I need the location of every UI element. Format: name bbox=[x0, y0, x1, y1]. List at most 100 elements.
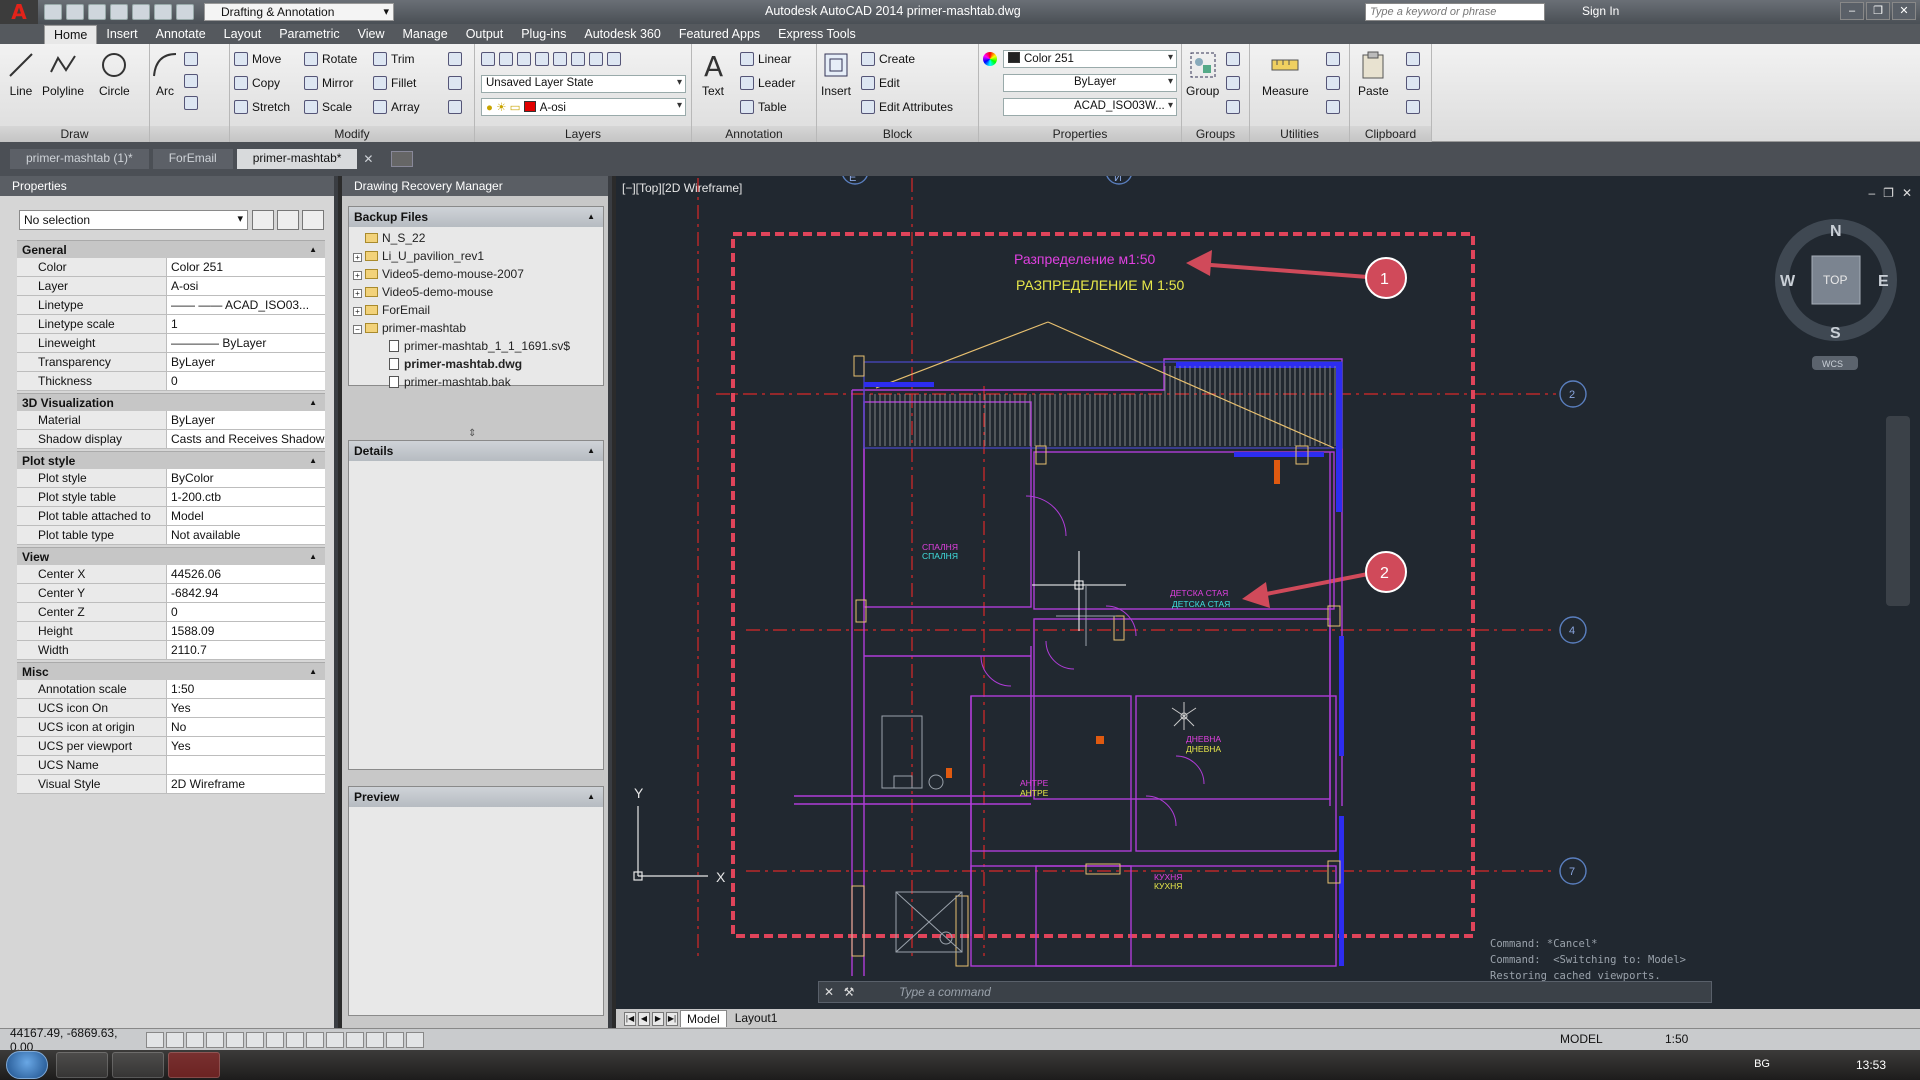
category-header[interactable]: View bbox=[17, 547, 325, 566]
trim-button[interactable]: Trim bbox=[373, 52, 415, 66]
property-value[interactable]: A-osi bbox=[167, 277, 325, 295]
property-row[interactable]: Linetype scale 1 bbox=[17, 315, 325, 334]
block-panel-title[interactable]: Block bbox=[817, 126, 978, 142]
property-value[interactable]: 2110.7 bbox=[167, 641, 325, 659]
category-header[interactable]: 3D Visualization bbox=[17, 393, 325, 412]
backup-folder-item[interactable]: + Li_U_pavilion_rev1 bbox=[353, 247, 599, 265]
taskbar-explorer-icon[interactable] bbox=[56, 1052, 108, 1078]
redo-icon[interactable] bbox=[176, 4, 194, 20]
property-value[interactable]: 1:50 bbox=[167, 680, 325, 698]
print-icon[interactable] bbox=[132, 4, 150, 20]
dynamic-input-icon[interactable] bbox=[326, 1031, 344, 1048]
quick-select-icon[interactable] bbox=[302, 210, 324, 230]
property-row[interactable]: Linetype —— —— ACAD_ISO03... bbox=[17, 296, 325, 315]
modify-panel-title[interactable]: Modify bbox=[230, 126, 474, 142]
property-row[interactable]: Plot style ByColor bbox=[17, 469, 325, 488]
category-header[interactable]: Plot style bbox=[17, 451, 325, 470]
tab-featured-apps[interactable]: Featured Apps bbox=[670, 25, 769, 44]
splitter-handle[interactable]: ⇕ bbox=[468, 428, 476, 439]
groups-panel-title[interactable]: Groups bbox=[1182, 126, 1249, 142]
stretch-button[interactable]: Stretch bbox=[234, 100, 290, 114]
expand-icon[interactable]: + bbox=[353, 307, 362, 316]
move-button[interactable]: Move bbox=[234, 52, 281, 66]
system-clock[interactable]: 13:53 bbox=[1856, 1058, 1886, 1072]
property-row[interactable]: UCS icon at origin No bbox=[17, 718, 325, 737]
hatch-button[interactable] bbox=[184, 74, 198, 88]
category-header[interactable]: General bbox=[17, 240, 325, 259]
circle-button[interactable]: Circle bbox=[99, 50, 130, 98]
property-value[interactable]: Model bbox=[167, 507, 325, 525]
layer-dropdown[interactable]: ● ☀ ▭ A-osi bbox=[481, 98, 686, 116]
property-value[interactable]: 0 bbox=[167, 603, 325, 621]
property-row[interactable]: Center Z0 bbox=[17, 603, 325, 622]
create-block-button[interactable]: Create bbox=[861, 52, 915, 66]
property-value[interactable]: ———— ByLayer bbox=[167, 334, 325, 352]
new-icon[interactable] bbox=[44, 4, 62, 20]
new-tab-icon[interactable] bbox=[391, 151, 414, 167]
tab-model[interactable]: Model bbox=[680, 1010, 727, 1027]
start-button[interactable] bbox=[6, 1051, 48, 1079]
property-row[interactable]: Thickness 0 bbox=[17, 372, 325, 391]
backup-file-item[interactable]: primer-mashtab_1_1_1691.sv$ bbox=[353, 337, 599, 355]
property-value[interactable]: 44526.06 bbox=[167, 565, 325, 583]
category-header[interactable]: Misc bbox=[17, 662, 325, 681]
rotate-button[interactable]: Rotate bbox=[304, 52, 357, 66]
drawing-canvas[interactable]: E И 2 4 7 Разпределение м1:50 РАЗПРЕДЕЛЕ… bbox=[616, 176, 1920, 1009]
group-button[interactable]: Group bbox=[1186, 50, 1219, 98]
save-as-icon[interactable] bbox=[110, 4, 128, 20]
drawing-viewport[interactable]: E И 2 4 7 Разпределение м1:50 РАЗПРЕДЕЛЕ… bbox=[616, 176, 1920, 1009]
transparency-icon[interactable] bbox=[366, 1031, 384, 1048]
backup-file-item[interactable]: primer-mashtab.dwg bbox=[353, 355, 599, 373]
draw-panel-title[interactable]: Draw bbox=[0, 126, 149, 142]
3d-object-snap-icon[interactable] bbox=[266, 1031, 284, 1048]
doc-tab-1[interactable]: primer-mashtab (1)* bbox=[10, 149, 149, 169]
property-row[interactable]: Center Y -6842.94 bbox=[17, 584, 325, 603]
layer-match-icon[interactable] bbox=[553, 52, 567, 66]
insert-button[interactable]: Insert bbox=[821, 50, 851, 98]
annotation-panel-title[interactable]: Annotation bbox=[692, 126, 816, 142]
viewport-close-icon[interactable]: ✕ bbox=[1902, 186, 1912, 200]
doc-tab-2[interactable]: ForEmail bbox=[152, 149, 233, 169]
navigation-bar[interactable] bbox=[1886, 416, 1910, 606]
backup-files-header[interactable]: Backup Files bbox=[349, 207, 603, 227]
backup-file-item[interactable]: primer-mashtab.bak bbox=[353, 373, 599, 391]
match-properties-icon[interactable] bbox=[983, 52, 997, 66]
first-layout-icon[interactable]: |◀ bbox=[624, 1011, 636, 1026]
text-button[interactable]: A Text bbox=[698, 50, 728, 98]
polyline-button[interactable]: Polyline bbox=[42, 50, 84, 98]
group-edit-button[interactable] bbox=[1226, 76, 1240, 90]
object-snap-tracking-icon[interactable] bbox=[286, 1031, 304, 1048]
mirror-button[interactable]: Mirror bbox=[304, 76, 353, 90]
edit-block-button[interactable]: Edit bbox=[861, 76, 900, 90]
tab-annotate[interactable]: Annotate bbox=[147, 25, 215, 44]
backup-folder-item[interactable]: − primer-mashtab bbox=[353, 319, 599, 337]
tab-insert[interactable]: Insert bbox=[97, 25, 146, 44]
layer-properties-icon[interactable] bbox=[481, 52, 495, 66]
viewport-minimize-icon[interactable]: – bbox=[1868, 186, 1875, 200]
cut-button[interactable] bbox=[1406, 52, 1420, 66]
linear-dimension-button[interactable]: Linear bbox=[740, 52, 791, 66]
property-value[interactable]: 0 bbox=[167, 372, 325, 390]
prev-layout-icon[interactable]: ◀ bbox=[638, 1011, 650, 1026]
group-selection-button[interactable] bbox=[1226, 100, 1240, 114]
property-value[interactable]: ByLayer bbox=[167, 353, 325, 371]
property-value[interactable]: No bbox=[167, 718, 325, 736]
wcs-menu[interactable]: WCS bbox=[1822, 359, 1843, 369]
property-value[interactable]: 2D Wireframe bbox=[167, 775, 325, 793]
property-row[interactable]: Annotation scale 1:50 bbox=[17, 680, 325, 699]
command-close-icon[interactable]: ✕ bbox=[819, 985, 839, 999]
edit-attributes-button[interactable]: Edit Attributes bbox=[861, 100, 953, 114]
compass-n-label[interactable]: N bbox=[1830, 223, 1842, 240]
scale-button[interactable]: Scale bbox=[304, 100, 352, 114]
selection-cycling-icon[interactable] bbox=[406, 1031, 424, 1048]
arc-button[interactable]: Arc bbox=[150, 50, 180, 98]
lineweight-dropdown[interactable]: ByLayer bbox=[1003, 74, 1177, 92]
application-menu-button[interactable]: A bbox=[0, 0, 38, 24]
copy-with-base-button[interactable] bbox=[1406, 100, 1420, 114]
layers-panel-title[interactable]: Layers bbox=[475, 126, 691, 142]
minimize-icon[interactable]: – bbox=[1840, 2, 1864, 20]
sign-in-button[interactable]: Sign In bbox=[1582, 4, 1619, 18]
annotation-scale[interactable]: 1:50 bbox=[1665, 1032, 1688, 1046]
paste-button[interactable]: Paste bbox=[1358, 50, 1389, 98]
expand-icon[interactable]: − bbox=[353, 325, 362, 334]
